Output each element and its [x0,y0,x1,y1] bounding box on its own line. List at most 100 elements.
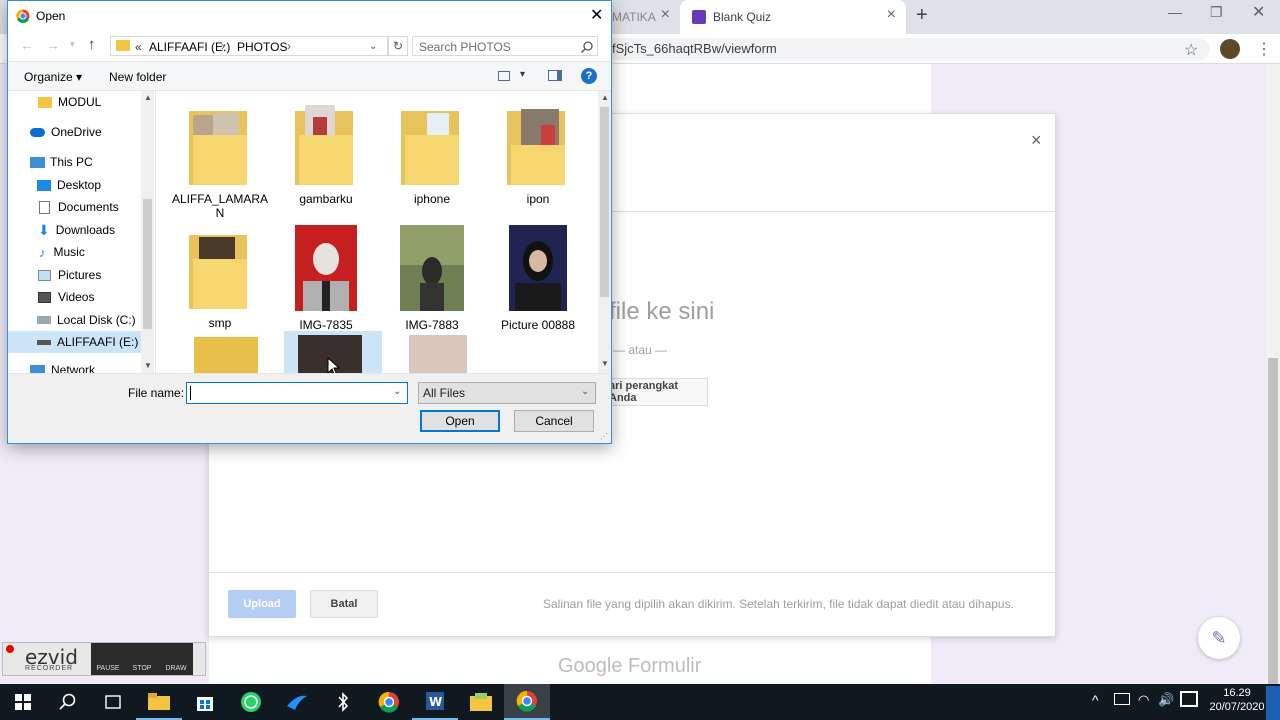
chevron-up-icon[interactable]: ^ [1092,692,1099,708]
help-icon[interactable]: ? [581,68,597,84]
photo-thumbnail-icon[interactable] [409,335,467,373]
scroll-down-icon[interactable]: ▼ [601,359,609,368]
photo-item[interactable]: IMG-7883 [382,225,482,332]
folder-item[interactable]: ipon [488,105,588,206]
task-view-icon[interactable] [90,684,136,720]
nav-item-aliffaafi[interactable]: ALIFFAAFI (E:) [8,331,154,353]
chevron-down-icon[interactable]: ▾ [520,69,525,80]
file-type-select[interactable]: All Files ⌄ [418,382,596,404]
folder-item[interactable]: iphone [382,105,482,206]
app-swift-icon[interactable] [274,684,320,720]
new-folder-button[interactable]: New folder [109,70,166,84]
search-box[interactable]: Search PHOTOS [412,36,598,56]
battery-icon[interactable] [1114,693,1130,705]
breadcrumb-overflow[interactable]: « [135,40,142,54]
menu-icon[interactable]: ⋮ [1256,39,1272,59]
volume-icon[interactable]: 🔊 [1158,692,1174,708]
folder-item[interactable]: smp [170,229,270,330]
chevron-down-icon[interactable]: ⌄ [393,386,401,397]
nav-item-pictures[interactable]: Pictures [8,264,154,286]
restore-icon[interactable]: ❐ [1210,4,1223,21]
breadcrumb-folder[interactable]: PHOTOS [237,40,287,54]
tab-blank-quiz[interactable]: Blank Quiz × [680,0,906,34]
action-center-icon[interactable] [1266,686,1280,720]
chevron-right-icon[interactable]: › [221,39,225,53]
google-forms-icon [692,10,706,24]
draw-button[interactable]: DRAW [159,643,193,675]
nav-item-modul[interactable]: MODUL [8,91,154,113]
recent-dropdown-icon[interactable]: ▾ [70,39,75,50]
photo-thumbnail-icon[interactable] [194,337,258,373]
search-icon[interactable] [581,41,593,53]
folder-item[interactable]: gambarku [276,105,376,206]
back-arrow-icon[interactable]: ← [20,37,34,53]
store-icon[interactable] [182,684,228,720]
pause-button[interactable]: PAUSE [91,643,125,675]
up-arrow-icon[interactable]: ↑ [88,36,96,53]
open-button[interactable]: Open [420,410,500,432]
word-icon[interactable]: W [412,684,458,720]
resize-grip-icon[interactable]: ⋰ [600,432,608,441]
nav-item-this-pc[interactable]: This PC [8,151,154,173]
chrome-active-icon[interactable] [504,684,550,720]
close-icon[interactable]: × [887,6,896,24]
search-icon[interactable] [45,684,91,720]
breadcrumb-drive[interactable]: ALIFFAAFI (E:) [149,40,230,54]
star-icon[interactable]: ☆ [1184,40,1198,60]
edit-fab-icon[interactable]: ✎ [1198,617,1240,659]
close-icon[interactable]: ✕ [590,5,603,25]
nav-item-network[interactable]: Network [8,359,154,373]
refresh-icon[interactable]: ↻ [388,36,408,56]
chevron-right-icon[interactable]: › [287,39,291,53]
forward-arrow-icon[interactable]: → [46,37,60,53]
scroll-up-icon[interactable]: ▲ [601,93,609,102]
minimize-icon[interactable]: — [1168,4,1182,20]
breadcrumb[interactable]: « ALIFFAAFI (E:) › PHOTOS › ⌄ [110,36,388,56]
nav-item-downloads[interactable]: ⬇ Downloads [8,219,154,241]
new-tab-button[interactable]: + [916,4,928,27]
scroll-up-icon[interactable]: ▲ [144,93,152,102]
chrome-icon[interactable] [366,684,412,720]
scrollbar-thumb[interactable] [1268,358,1278,688]
nav-item-documents[interactable]: Documents [8,196,154,218]
browse-device-button[interactable]: ari perangkat Anda [603,378,708,406]
nav-item-local-disk[interactable]: Local Disk (C:) [8,309,154,331]
sticky-notes-icon[interactable] [458,684,504,720]
scrollbar-thumb[interactable] [600,107,609,297]
chevron-down-icon[interactable]: ⌄ [581,386,589,397]
page-scrollbar[interactable] [1266,64,1280,688]
close-icon[interactable]: × [1031,130,1042,151]
scroll-down-icon[interactable]: ▼ [144,361,152,370]
windows-start-icon[interactable] [0,684,46,720]
nav-item-onedrive[interactable]: OneDrive [8,121,154,143]
cancel-upload-button[interactable]: Batal [310,590,378,618]
chevron-down-icon[interactable]: ⌄ [369,41,377,52]
folder-item[interactable]: ALIFFA_LAMARAN [170,105,270,220]
nav-item-videos[interactable]: Videos [8,286,154,308]
nav-scrollbar[interactable]: ▲ ▼ [141,91,154,373]
photo-item[interactable]: IMG-7835 [276,225,376,332]
view-options-icon[interactable] [498,71,510,81]
stop-button[interactable]: STOP [125,643,159,675]
file-explorer-icon[interactable] [136,684,182,720]
clock[interactable]: 16.29 20/07/2020 [1208,686,1266,714]
scrollbar-thumb[interactable] [143,199,152,329]
close-window-icon[interactable]: ✕ [1252,2,1265,22]
cancel-button[interactable]: Cancel [514,410,594,432]
nav-item-desktop[interactable]: Desktop [8,174,154,196]
organize-menu[interactable]: Organize ▾ [24,70,82,84]
preview-pane-icon[interactable] [548,70,562,81]
file-name-input[interactable]: ⌄ [186,382,408,404]
avatar[interactable] [1220,39,1240,59]
upload-button[interactable]: Upload [228,590,296,618]
tab-previous[interactable]: MATIKA × [608,0,680,34]
file-list-scrollbar[interactable]: ▲ ▼ [598,91,611,373]
address-bar[interactable]: fSjcTs_66haqtRBw/viewform [600,38,1210,60]
wifi-icon[interactable]: ◠ [1138,692,1149,708]
bluetooth-icon[interactable] [320,684,366,720]
photo-item[interactable]: Picture 00888 [488,225,588,332]
close-icon[interactable]: × [661,6,670,24]
nav-item-music[interactable]: ♪ Music [8,241,154,263]
whatsapp-icon[interactable] [228,684,274,720]
notifications-icon[interactable] [1180,691,1198,707]
